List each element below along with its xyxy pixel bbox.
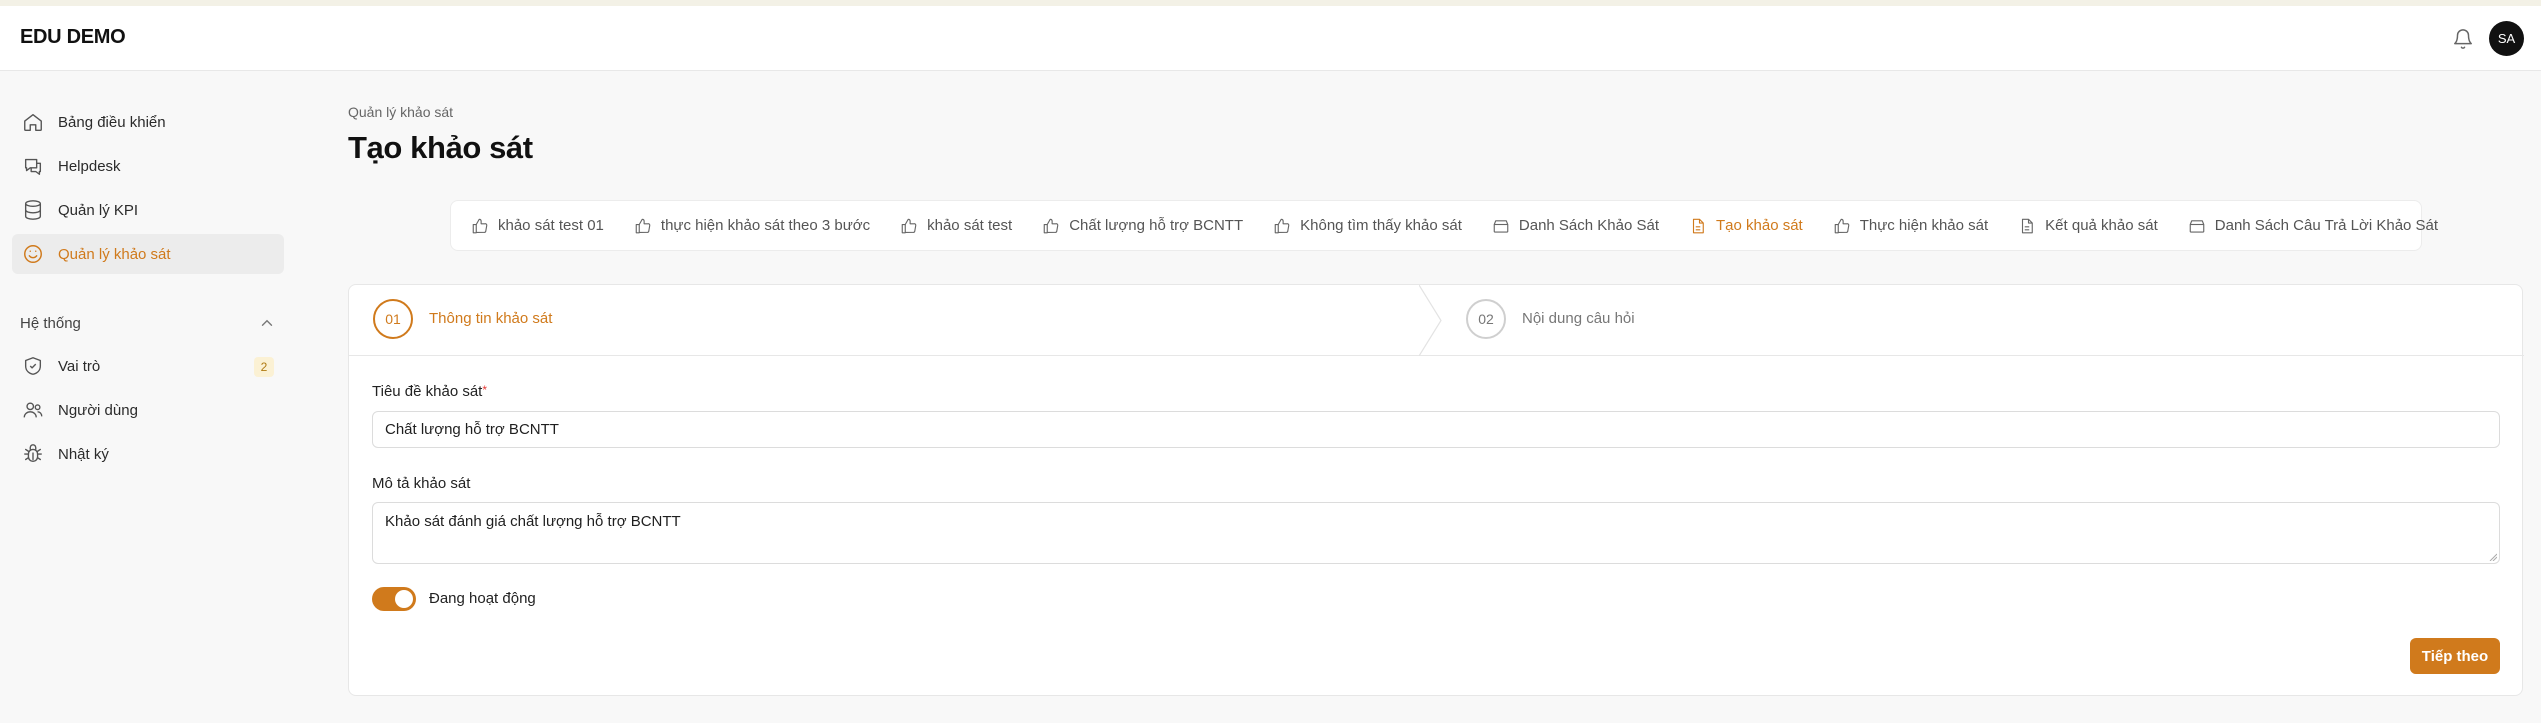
document-icon bbox=[1692, 218, 1704, 233]
step-2-label[interactable]: Nội dung câu hỏi bbox=[1522, 310, 1635, 327]
survey-title-label-text: Tiêu đề khảo sát bbox=[372, 383, 483, 400]
tab-survey-not-found[interactable]: Không tìm thấy khảo sát bbox=[1273, 217, 1462, 235]
step-1-label[interactable]: Thông tin khảo sát bbox=[429, 310, 552, 327]
tab-take-survey[interactable]: Thực hiện khảo sát bbox=[1833, 217, 1988, 235]
step-1-number[interactable]: 01 bbox=[373, 299, 413, 339]
sidebar-item-label: Quản lý KPI bbox=[58, 201, 139, 219]
thumbs-up-icon bbox=[635, 218, 651, 233]
next-button[interactable]: Tiếp theo bbox=[2410, 638, 2500, 674]
sidebar-item-label: Quản lý khảo sát bbox=[58, 245, 171, 263]
sidebar-item-dashboard[interactable]: Bảng điều khiển bbox=[12, 102, 284, 142]
thumbs-up-icon bbox=[472, 218, 488, 233]
sidebar-item-label: Nhật ký bbox=[58, 445, 109, 463]
step-arrow-divider bbox=[1419, 285, 1442, 356]
tab-label: Thực hiện khảo sát bbox=[1859, 217, 1989, 234]
archive-icon bbox=[2189, 219, 2205, 233]
sidebar-item-label: Helpdesk bbox=[58, 157, 121, 175]
roles-count-badge: 2 bbox=[254, 357, 274, 377]
survey-form-card: 01 Thông tin khảo sát 02 Nội dung câu hỏ… bbox=[348, 284, 2524, 696]
sidebar-item-helpdesk[interactable]: Helpdesk bbox=[12, 146, 284, 186]
tab-survey-test[interactable]: khảo sát test bbox=[900, 217, 1012, 235]
shield-icon bbox=[24, 357, 42, 375]
step-2-number[interactable]: 02 bbox=[1466, 299, 1506, 339]
active-toggle[interactable] bbox=[372, 587, 416, 611]
active-toggle-label: Đang hoạt động bbox=[429, 590, 536, 607]
sidebar-item-roles[interactable]: Vai trò 2 bbox=[12, 346, 284, 386]
tab-survey-results[interactable]: Kết quả khảo sát bbox=[2018, 217, 2158, 235]
survey-description-label: Mô tả khảo sát bbox=[372, 475, 471, 492]
brand-logo[interactable]: EDU DEMO bbox=[20, 26, 126, 49]
document-icon bbox=[2022, 218, 2033, 233]
sidebar-item-label: Người dùng bbox=[58, 401, 138, 419]
sidebar-item-label: Vai trò bbox=[58, 357, 101, 375]
sidebar-item-kpi[interactable]: Quản lý KPI bbox=[12, 190, 284, 230]
chevron-up-icon[interactable] bbox=[258, 314, 276, 332]
tab-survey-3-steps[interactable]: thực hiện khảo sát theo 3 bước bbox=[634, 217, 870, 235]
survey-title-input[interactable]: Chất lượng hỗ trợ BCNTT bbox=[372, 411, 2500, 448]
database-icon bbox=[24, 200, 42, 220]
thumbs-up-icon bbox=[1043, 218, 1059, 233]
tab-survey-answers-list[interactable]: Danh Sách Câu Trả Lời Khảo Sát bbox=[2188, 217, 2438, 235]
tab-survey-list[interactable]: Danh Sách Khảo Sát bbox=[1492, 217, 1659, 235]
thumbs-up-icon bbox=[901, 218, 917, 233]
users-icon bbox=[23, 402, 43, 418]
sidebar-item-users[interactable]: Người dùng bbox=[12, 390, 284, 430]
user-avatar[interactable]: SA bbox=[2489, 21, 2524, 56]
smile-icon bbox=[24, 245, 42, 263]
thumbs-up-icon bbox=[1834, 218, 1850, 233]
resize-handle-icon[interactable] bbox=[2489, 553, 2497, 561]
tab-label: Kết quả khảo sát bbox=[2045, 217, 2158, 234]
bell-icon[interactable] bbox=[2452, 28, 2474, 50]
tab-create-survey[interactable]: Tạo khảo sát bbox=[1689, 217, 1803, 235]
tab-label: Chất lượng hỗ trợ BCNTT bbox=[1069, 217, 1244, 234]
bug-icon bbox=[24, 444, 42, 463]
home-icon bbox=[24, 113, 42, 131]
page-title: Tạo khảo sát bbox=[348, 130, 533, 165]
stepper: 01 Thông tin khảo sát 02 Nội dung câu hỏ… bbox=[349, 285, 2524, 356]
top-header: EDU DEMO SA bbox=[0, 6, 2541, 71]
survey-description-text: Khảo sát đánh giá chất lượng hỗ trợ BCNT… bbox=[385, 513, 681, 530]
tab-label: Không tìm thấy khảo sát bbox=[1300, 217, 1462, 234]
tab-survey-test-01[interactable]: khảo sát test 01 bbox=[471, 217, 604, 235]
chat-icon bbox=[24, 158, 42, 175]
sidebar-item-label: Bảng điều khiển bbox=[58, 113, 166, 131]
archive-icon bbox=[1493, 219, 1509, 233]
sidebar-item-survey[interactable]: Quản lý khảo sát bbox=[12, 234, 284, 274]
tab-label: Danh Sách Khảo Sát bbox=[1518, 217, 1659, 234]
sidebar-item-logs[interactable]: Nhật ký bbox=[12, 434, 284, 474]
tab-label: Danh Sách Câu Trả Lời Khảo Sát bbox=[2214, 217, 2439, 234]
tab-label: Tạo khảo sát bbox=[1716, 217, 1803, 234]
survey-tabs: khảo sát test 01 thực hiện khảo sát theo… bbox=[450, 200, 2438, 251]
required-mark: * bbox=[482, 383, 488, 397]
tab-it-support-quality[interactable]: Chất lượng hỗ trợ BCNTT bbox=[1042, 217, 1243, 235]
sidebar: Bảng điều khiển Helpdesk Quản lý KPI Quả… bbox=[0, 72, 300, 723]
toggle-knob bbox=[395, 590, 413, 608]
thumbs-up-icon bbox=[1274, 218, 1290, 233]
survey-description-textarea[interactable]: Khảo sát đánh giá chất lượng hỗ trợ BCNT… bbox=[372, 502, 2500, 564]
tab-label: thực hiện khảo sát theo 3 bước bbox=[660, 217, 871, 234]
tab-label: khảo sát test bbox=[927, 217, 1013, 234]
breadcrumb[interactable]: Quản lý khảo sát bbox=[348, 104, 453, 120]
tab-label: khảo sát test 01 bbox=[498, 217, 604, 234]
survey-title-label: Tiêu đề khảo sát* bbox=[372, 383, 487, 400]
sidebar-group-title[interactable]: Hệ thống bbox=[20, 315, 284, 332]
